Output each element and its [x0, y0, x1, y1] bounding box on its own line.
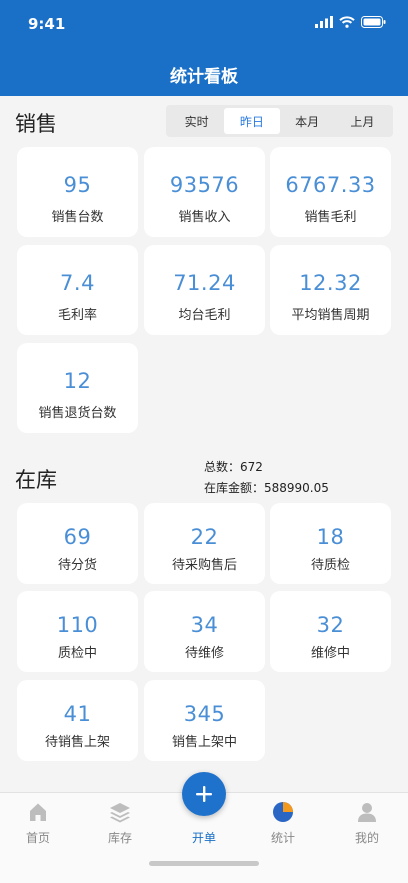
stat-card-pending-repair[interactable]: 34 待维修: [144, 591, 265, 672]
tabbar-label: 首页: [25, 831, 50, 845]
stat-value: 7.4: [60, 271, 95, 295]
stat-card-avg-unit-profit[interactable]: 71.24 均台毛利: [144, 245, 265, 335]
tab-last-month[interactable]: 上月: [335, 108, 390, 134]
stat-card-repairing[interactable]: 32 维修中: [270, 591, 391, 672]
sales-section-title: 销售: [15, 112, 57, 136]
stat-label: 均台毛利: [178, 308, 231, 323]
stat-value: 110: [56, 613, 99, 637]
page-title: 统计看板: [170, 67, 238, 87]
tabbar-item-home[interactable]: 首页: [3, 799, 73, 846]
inventory-total-count: 总数：672: [204, 460, 263, 474]
stat-card-pending-listing[interactable]: 41 待销售上架: [17, 680, 138, 761]
stat-card-pending-inspection[interactable]: 18 待质检: [270, 503, 391, 584]
wifi-icon: [339, 16, 355, 28]
tabbar-label: 统计: [270, 831, 295, 845]
stat-label: 待销售上架: [44, 735, 110, 750]
status-bar: 9:41: [0, 0, 408, 50]
stat-value: 34: [190, 613, 219, 637]
layers-icon: [110, 803, 130, 823]
stat-card-margin-rate[interactable]: 7.4 毛利率: [17, 245, 138, 335]
stat-value: 32: [316, 613, 345, 637]
tab-yesterday[interactable]: 昨日: [224, 108, 280, 134]
tabbar-label: 开单: [191, 831, 216, 845]
stat-value: 18: [316, 525, 345, 549]
stat-value: 93576: [169, 173, 240, 197]
plus-icon: [196, 786, 212, 802]
tab-realtime[interactable]: 实时: [169, 108, 224, 134]
stat-card-gross-profit[interactable]: 6767.33 销售毛利: [270, 147, 391, 237]
stat-value: 71.24: [173, 271, 236, 295]
stat-label: 质检中: [57, 646, 97, 661]
stat-card-inspecting[interactable]: 110 质检中: [17, 591, 138, 672]
stat-label: 销售上架中: [171, 735, 237, 750]
stat-card-pending-allocation[interactable]: 69 待分货: [17, 503, 138, 584]
tabbar-label: 库存: [107, 831, 132, 845]
inventory-total-amount: 在库金额：588990.05: [204, 481, 329, 495]
stat-label: 待分货: [57, 558, 97, 573]
stat-card-avg-sales-cycle[interactable]: 12.32 平均销售周期: [270, 245, 391, 335]
stat-label: 待质检: [310, 558, 350, 573]
status-icons: [315, 16, 386, 28]
stat-label: 销售收入: [178, 210, 231, 225]
stat-value: 22: [190, 525, 219, 549]
stat-value: 345: [183, 702, 226, 726]
stat-label: 毛利率: [57, 308, 97, 323]
tabbar-label: 我的: [354, 831, 379, 845]
tab-this-month[interactable]: 本月: [280, 108, 335, 134]
stat-label: 待采购售后: [171, 558, 237, 573]
tabbar-item-inventory[interactable]: 库存: [85, 799, 155, 846]
stat-value: 41: [63, 702, 92, 726]
stat-card-listed[interactable]: 345 销售上架中: [144, 680, 265, 761]
battery-icon: [361, 16, 386, 28]
tabbar-item-statistics[interactable]: 统计: [248, 799, 318, 846]
stat-label: 销售毛利: [304, 210, 357, 225]
stat-label: 维修中: [310, 646, 350, 661]
stat-value: 95: [63, 173, 92, 197]
create-order-fab[interactable]: [182, 772, 226, 816]
inventory-section-title: 在库: [15, 468, 57, 492]
stat-card-sales-returns[interactable]: 12 销售退货台数: [17, 343, 138, 433]
status-time: 9:41: [28, 15, 66, 33]
home-icon: [30, 803, 46, 821]
stat-value: 69: [63, 525, 92, 549]
stat-label: 平均销售周期: [291, 308, 370, 323]
stat-card-sales-units[interactable]: 95 销售台数: [17, 147, 138, 237]
stat-value: 6767.33: [285, 173, 376, 197]
stat-value: 12: [63, 369, 92, 393]
stat-card-pending-purchase-aftersale[interactable]: 22 待采购售后: [144, 503, 265, 584]
user-icon: [358, 803, 376, 822]
pie-chart-icon: [273, 802, 293, 822]
stat-label: 待维修: [184, 646, 224, 661]
stat-card-sales-revenue[interactable]: 93576 销售收入: [144, 147, 265, 237]
stat-label: 销售退货台数: [38, 406, 117, 421]
signal-icon: [315, 16, 333, 28]
app-header: 9:41 统计看板: [0, 0, 408, 96]
stat-value: 12.32: [299, 271, 362, 295]
tabbar-item-profile[interactable]: 我的: [332, 799, 402, 846]
period-tabs: 实时 昨日 本月 上月: [166, 105, 393, 137]
stat-label: 销售台数: [51, 210, 104, 225]
home-indicator: [149, 861, 259, 866]
